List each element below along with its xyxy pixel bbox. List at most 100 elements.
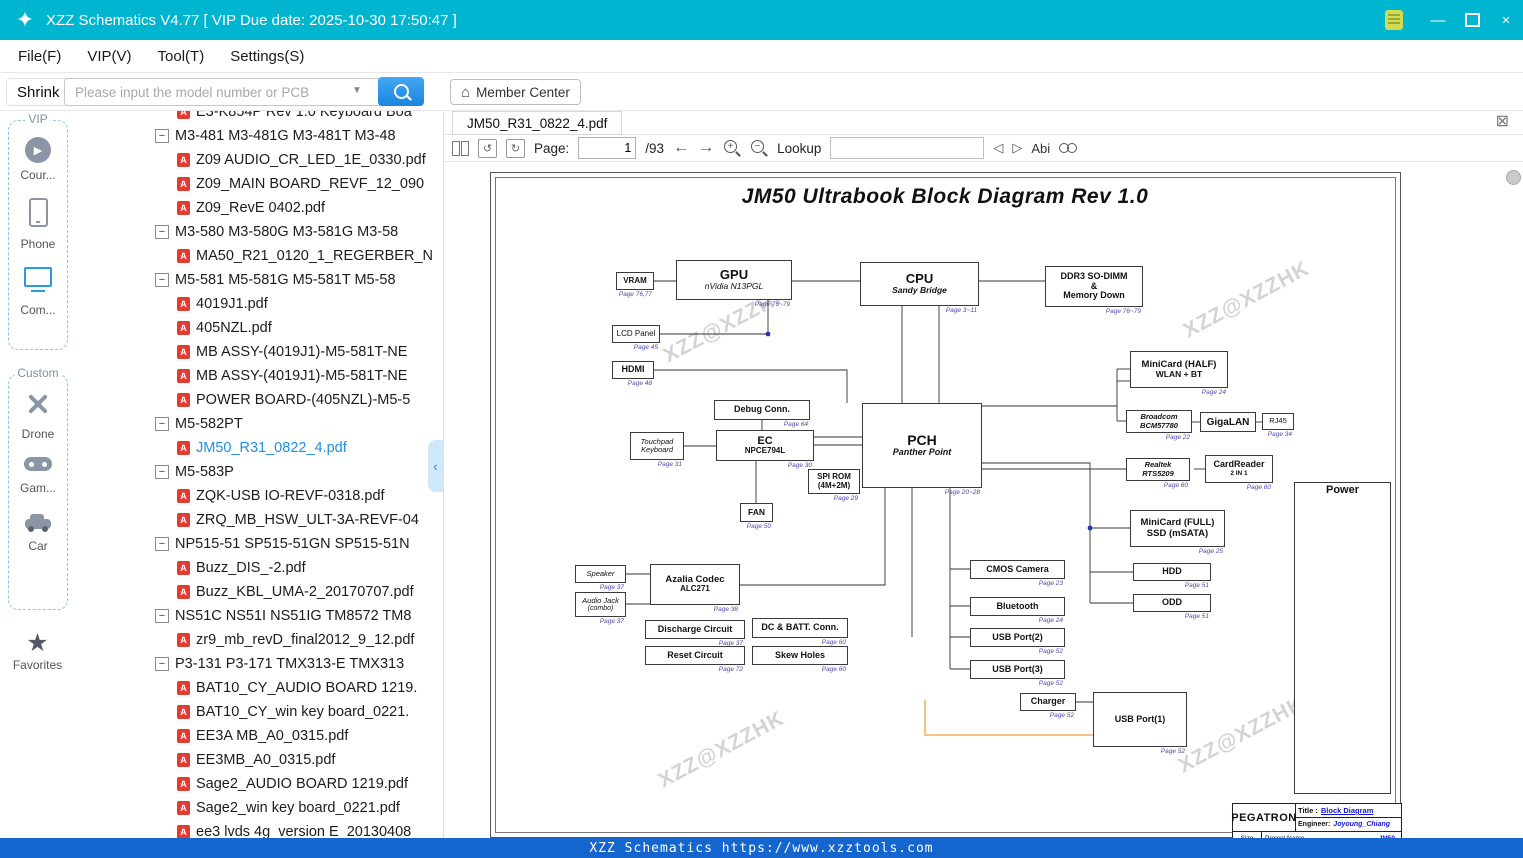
star-icon: ★ [26,629,49,657]
file-tree[interactable]: A E3-K854P Rev 1.0 Keyboard Boa − M3-481 M3… [75,110,443,838]
tree-file-row[interactable]: A EE3MB_A0_0315.pdf [75,748,443,772]
sidebar-item-computer[interactable]: Com... [9,267,67,317]
tree-file-row[interactable]: A ZQK-USB IO-REVF-0318.pdf [75,484,443,508]
tree-file-row[interactable]: A Sage2_win key board_0221.pdf [75,796,443,820]
collapse-minus-icon[interactable]: − [155,465,169,479]
sidebar-item-game[interactable]: Gam... [9,457,67,495]
pdf-page[interactable]: JM50 Ultrabook Block Diagram Rev 1.0 Pow… [487,163,1403,845]
sidebar-item-phone[interactable]: Phone [9,198,67,251]
collapse-panel-handle[interactable]: ‹ [428,440,443,492]
shrink-button[interactable]: Shrink [6,78,71,106]
tree-file-row[interactable]: A Sage2_AUDIO BOARD 1219.pdf [75,772,443,796]
diagram-box-label: HDMI [621,364,645,375]
pdf-file-icon: A [177,681,190,695]
diagram-box-minicard-half: MiniCard (HALF) WLAN + BT Page 24 [1130,351,1228,396]
rotate-left-icon[interactable]: ↺ [478,138,497,158]
license-icon[interactable] [1385,10,1403,30]
diagram-box-label: SSD (mSATA) [1146,527,1209,539]
close-button[interactable]: × [1489,0,1523,40]
collapse-minus-icon[interactable]: − [155,657,169,671]
sidebar-item-course[interactable]: ▶ Cour... [9,137,67,182]
lookup-input[interactable] [830,137,985,159]
tree-file-row[interactable]: A ZRQ_MB_HSW_ULT-3A-REVF-04 [75,508,443,532]
diagram-box-label: RJ45 [1269,416,1287,426]
minimize-button[interactable]: — [1421,0,1455,40]
find-next-icon[interactable]: ▷ [1012,140,1022,156]
diagram-box-gigalan: GigaLAN [1200,412,1256,432]
tree-folder-row[interactable]: − P3-131 P3-171 TMX313-E TMX313 [75,652,443,676]
tree-folder-row[interactable]: − M3-481 M3-481G M3-481T M3-48 [75,124,443,148]
menu-tool[interactable]: Tool(T) [158,48,205,65]
tree-file-row[interactable]: A JM50_R31_0822_4.pdf [75,436,443,460]
tree-file-row[interactable]: A MA50_R21_0120_1_REGERBER_N [75,244,443,268]
match-case-icon[interactable]: Abi [1031,141,1050,156]
page-number-input[interactable] [578,137,637,159]
collapse-minus-icon[interactable]: − [155,129,169,143]
tree-item-label: ee3 lvds 4g_version E_20130408 [196,824,412,838]
member-center-button[interactable]: ⌂ Member Center [450,79,581,105]
tab-active-pdf[interactable]: JM50_R31_0822_4.pdf [452,111,623,135]
rotate-right-icon[interactable]: ↻ [506,138,525,158]
zoom-out-icon[interactable]: − [750,139,768,157]
tree-file-row[interactable]: Azr9_mb_revD_final2012_9_12.pdf [75,628,443,652]
tree-folder-row[interactable]: − NP515-51 SP515-51GN SP515-51N [75,532,443,556]
collapse-minus-icon[interactable]: − [155,225,169,239]
viewer-scroll-button[interactable] [1506,170,1521,185]
pdf-toolbar: ↺ ↻ Page: /93 ← → + − Lookup ◁ ▷ Abi [444,135,1523,162]
tree-folder-row[interactable]: − M5-582PT [75,412,443,436]
two-page-view-icon[interactable] [452,140,469,156]
tree-file-row[interactable]: A EE3A MB_A0_0315.pdf [75,724,443,748]
tree-file-row[interactable]: A Buzz_DIS_-2.pdf [75,556,443,580]
sidebar-item-favorites[interactable]: ★ Favorites [0,630,75,672]
find-prev-icon[interactable]: ◁ [993,140,1003,156]
tree-file-row[interactable]: A BAT10_CY_AUDIO BOARD 1219. [75,676,443,700]
page-ref: Page 29 [833,494,858,502]
search-button[interactable] [378,77,424,106]
diagram-box-label: Panther Point [892,447,952,458]
tree-folder-row[interactable]: − M3-580 M3-580G M3-581G M3-58 [75,220,443,244]
collapse-minus-icon[interactable]: − [155,609,169,623]
collapse-minus-icon[interactable]: − [155,417,169,431]
tree-file-row[interactable]: A Z09_MAIN BOARD_REVF_12_090 [75,172,443,196]
tree-folder-row[interactable]: − NS51C NS51I NS51IG TM8572 TM8 [75,604,443,628]
chevron-down-icon[interactable]: ▼ [352,85,362,96]
prev-page-icon[interactable]: ← [673,139,689,157]
close-tab-icon[interactable]: ⊠ [1496,112,1509,132]
sidebar-item-car[interactable]: Car [9,511,67,553]
tree-file-row[interactable]: Aee3 lvds 4g_version E_20130408 [75,820,443,838]
tree-file-row[interactable]: A POWER BOARD-(405NZL)-M5-5 [75,388,443,412]
diagram-box-cpu: CPU Sandy Bridge Page 3~11 [860,262,979,314]
menu-settings[interactable]: Settings(S) [230,48,304,65]
diagram-box-label: CPU [905,271,934,287]
sidebar-item-drone[interactable]: Drone [9,391,67,441]
vip-group-label: VIP [25,112,51,126]
tree-file-row[interactable]: A 405NZL.pdf [75,316,443,340]
tree-folder-row[interactable]: − M5-583P [75,460,443,484]
next-page-icon[interactable]: → [698,139,714,157]
tree-file-row[interactable]: A Z09 AUDIO_CR_LED_1E_0330.pdf [75,148,443,172]
tree-file-row[interactable]: A BAT10_CY_win key board_0221. [75,700,443,724]
custom-group: Custom Drone Gam... Car [8,366,68,610]
tree-file-row[interactable]: A MB ASSY-(4019J1)-M5-581T-NE [75,340,443,364]
binoculars-icon[interactable] [1059,141,1078,156]
page-ref: Page 52 [1038,647,1063,655]
collapse-minus-icon[interactable]: − [155,537,169,551]
menu-vip[interactable]: VIP(V) [87,48,131,65]
diagram-box-label: VRAM [623,275,647,285]
tree-item-label: NP515-51 SP515-51GN SP515-51N [175,536,410,552]
tree-item-label: E3-K854P Rev 1.0 Keyboard Boa [196,110,412,120]
tree-file-row[interactable]: A 4019J1.pdf [75,292,443,316]
model-search-input[interactable] [64,78,390,106]
tree-file-row[interactable]: A E3-K854P Rev 1.0 Keyboard Boa [75,110,443,124]
zoom-in-icon[interactable]: + [723,139,741,157]
tree-file-row[interactable]: A Z09_RevE 0402.pdf [75,196,443,220]
collapse-minus-icon[interactable]: − [155,273,169,287]
tree-file-row[interactable]: A Buzz_KBL_UMA-2_20170707.pdf [75,580,443,604]
tree-folder-row[interactable]: − M5-581 M5-581G M5-581T M5-58 [75,268,443,292]
menu-file[interactable]: File(F) [18,48,61,65]
diagram-box-label: GigaLAN [1206,416,1250,428]
tree-file-row[interactable]: A MB ASSY-(4019J1)-M5-581T-NE [75,364,443,388]
power-panel: Power [1294,482,1391,794]
diagram-box-speaker: Speaker Page 37 [575,565,626,591]
maximize-button[interactable] [1455,0,1489,40]
